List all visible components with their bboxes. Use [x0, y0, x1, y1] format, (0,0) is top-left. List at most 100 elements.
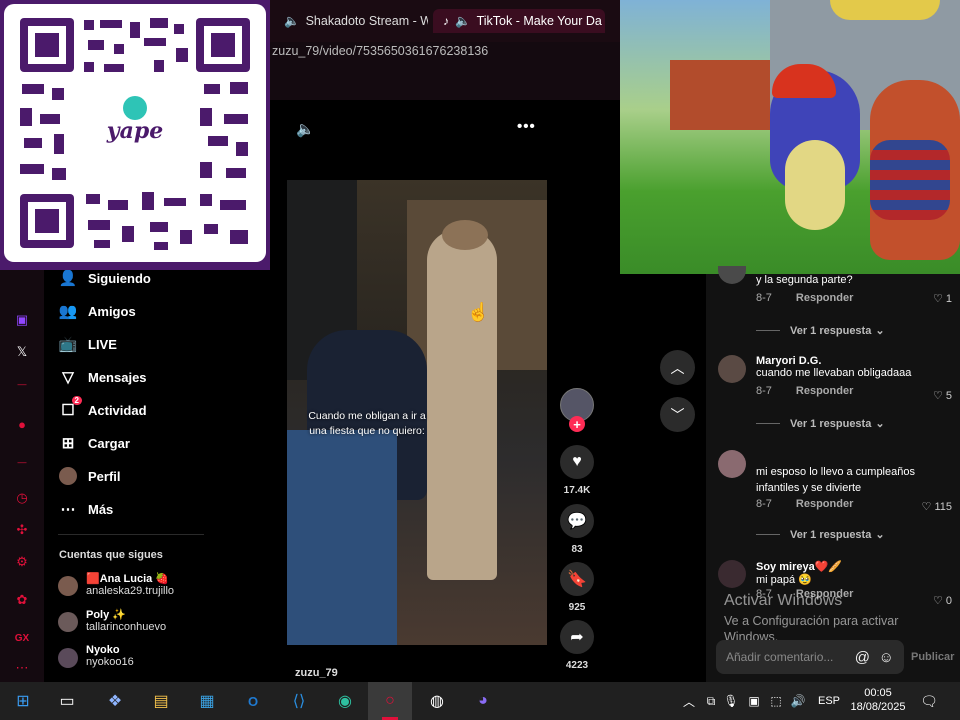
url-text: zuzu_79/video/7535650361676238136: [272, 44, 489, 58]
tab-tiktok[interactable]: ♪ 🔈 TikTok - Make Your Da: [433, 9, 605, 33]
follow-plus-icon[interactable]: +: [569, 416, 585, 432]
speaker-icon: 🔈: [284, 13, 300, 28]
chevron-down-icon: ﹀: [670, 406, 685, 423]
tray-app-icon[interactable]: ⧉: [700, 690, 722, 712]
like-count: 1: [945, 293, 952, 305]
gx-icon[interactable]: GX: [12, 628, 32, 648]
task-view-icon[interactable]: ▭: [56, 690, 78, 712]
comment-like-button[interactable]: ♡ 0: [933, 594, 952, 607]
view-replies-button[interactable]: Ver 1 respuesta ⌄: [756, 417, 958, 430]
comment-like-button[interactable]: ♡ 115: [922, 500, 952, 513]
nav-profile[interactable]: Perfil: [58, 463, 121, 489]
video-author[interactable]: zuzu_79: [295, 667, 338, 679]
clock-time: 00:05: [864, 687, 892, 699]
account-name: Nyoko: [86, 644, 120, 656]
nav-more[interactable]: ⋯ Más: [58, 496, 114, 522]
chevron-down-icon: ⌄: [875, 325, 885, 337]
watermark-text: Ve a Configuración para activar: [724, 614, 899, 628]
comment-item: y la segunda parte? 8-7 Responder ♡ 1 Ver…: [718, 266, 958, 337]
comment-user[interactable]: Maryori D.G.: [756, 355, 958, 367]
microphone-icon[interactable]: 🎙: [720, 690, 742, 712]
chevron-down-icon: ⌄: [875, 418, 885, 430]
emoji-icon[interactable]: ☺: [879, 649, 894, 666]
next-video-button[interactable]: ﹀: [660, 397, 695, 432]
like-count: 17.4K: [563, 485, 591, 496]
opera-logo-icon[interactable]: ✿: [12, 590, 32, 610]
comments-panel: y la segunda parte? 8-7 Responder ♡ 1 Ver…: [706, 266, 960, 682]
fence: [670, 60, 780, 130]
nav-upload[interactable]: ⊞ Cargar: [58, 430, 130, 456]
like-button[interactable]: ♥: [560, 445, 594, 479]
previous-video-button[interactable]: ︿: [660, 350, 695, 385]
avatar: [718, 560, 746, 588]
reply-button[interactable]: Responder: [796, 498, 853, 510]
opera-pin-icon[interactable]: ●: [12, 414, 32, 434]
post-comment-button[interactable]: Publicar: [911, 651, 954, 663]
clock[interactable]: 00:05 18/08/2025: [848, 686, 908, 714]
nav-activity[interactable]: ☐ 2 Actividad: [58, 396, 147, 423]
more-options-icon[interactable]: •••: [517, 118, 536, 135]
nav-live[interactable]: 📺 LIVE: [58, 331, 117, 357]
language-indicator[interactable]: ESP: [818, 695, 840, 707]
volume-icon[interactable]: 🔈: [296, 120, 315, 138]
file-explorer-icon[interactable]: ▤: [150, 690, 172, 712]
mention-icon[interactable]: @: [855, 649, 870, 666]
view-replies-button[interactable]: Ver 1 respuesta ⌄: [756, 324, 958, 337]
extensions-icon[interactable]: ✣: [12, 520, 32, 540]
share-count: 4223: [565, 660, 589, 671]
avatar: [58, 612, 78, 632]
comment-button[interactable]: 💬: [560, 504, 594, 538]
caption-line: Cuando me obligan a ir a: [308, 410, 426, 422]
upload-icon: ⊞: [61, 435, 75, 452]
edge-icon[interactable]: ◉: [334, 690, 356, 712]
display-icon[interactable]: ▣: [743, 690, 765, 712]
notification-badge: 2: [71, 396, 82, 405]
address-bar[interactable]: zuzu_79/video/7535650361676238136: [270, 42, 620, 100]
speaker-icon: 🔈: [455, 13, 471, 28]
history-icon[interactable]: ◷: [12, 488, 32, 508]
discord-icon[interactable]: ◕: [472, 690, 494, 712]
twitch-icon[interactable]: ▣: [12, 310, 32, 330]
notifications-icon[interactable]: 🗨: [918, 690, 940, 712]
comment-placeholder: Añadir comentario...: [726, 650, 834, 664]
reply-button[interactable]: Responder: [796, 292, 853, 304]
tab-stream[interactable]: 🔈 Shakadoto Stream - W: [270, 9, 428, 33]
nav-messages[interactable]: ▽ Mensajes: [58, 364, 147, 390]
comment-text: mi esposo lo llevo a cumpleaños infantil…: [756, 466, 915, 494]
store-icon[interactable]: ▦: [196, 690, 218, 712]
opera-gx-taskbar-button[interactable]: ○: [368, 682, 412, 720]
comment-like-button[interactable]: ♡ 5: [933, 389, 952, 402]
reply-button[interactable]: Responder: [796, 385, 853, 397]
volume-tray-icon[interactable]: 🔊: [787, 690, 809, 712]
save-button[interactable]: 🔖: [560, 562, 594, 596]
view-replies-button[interactable]: Ver 1 respuesta ⌄: [756, 528, 958, 541]
outlook-icon[interactable]: O: [242, 690, 264, 712]
windows-start-icon[interactable]: ⊞: [12, 690, 34, 712]
comment-like-button[interactable]: ♡ 1: [933, 292, 952, 305]
network-icon[interactable]: ⬚: [765, 690, 787, 712]
nav-friends[interactable]: 👥 Amigos: [58, 298, 136, 324]
copilot-icon[interactable]: ❖: [104, 690, 126, 712]
video-player[interactable]: Cuando me obligan a ir a una fiesta que …: [287, 180, 547, 645]
share-button[interactable]: ➦: [560, 620, 594, 654]
tray-chevron-icon[interactable]: ︿: [678, 690, 700, 712]
following-account[interactable]: 🟥Ana Lucia 🍓 analeska29.trujillo: [58, 572, 174, 597]
nav-label: Mensajes: [88, 369, 147, 385]
heart-icon: ♥: [572, 453, 582, 470]
view-replies-label: Ver 1 respuesta: [790, 417, 872, 430]
video-caption: Cuando me obligan a ir a una fiesta que …: [287, 409, 447, 439]
obs-icon[interactable]: ◍: [426, 690, 448, 712]
character-belly: [785, 140, 845, 230]
comment-text: cuando me llevaban obligadaaa: [756, 367, 912, 379]
following-account[interactable]: Poly ✨ tallarinconhuevo: [58, 608, 166, 633]
vscode-icon[interactable]: ⟨⟩: [288, 690, 310, 712]
taskbar: ⊞ ▭ ❖ ▤ ▦ O ⟨⟩ ◉ ○ ◍ ◕ ︿ ⧉ 🎙 ▣ ⬚ 🔊 ESP 0…: [0, 682, 960, 720]
settings-icon[interactable]: ⚙: [12, 552, 32, 572]
x-icon[interactable]: 𝕏: [12, 342, 32, 362]
comment-input[interactable]: Añadir comentario... @ ☺: [716, 640, 904, 674]
more-dots-icon[interactable]: ⋯: [12, 658, 32, 678]
comment-user[interactable]: Soy mireya❤️🥖: [756, 560, 958, 573]
tiktok-sidebar: 👤 Siguiendo 👥 Amigos 📺 LIVE ▽ Mensajes ☐ 2 Act…: [44, 270, 270, 682]
hand-cursor-icon: ☝: [467, 302, 490, 322]
following-account[interactable]: Nyoko nyokoo16: [58, 644, 134, 668]
